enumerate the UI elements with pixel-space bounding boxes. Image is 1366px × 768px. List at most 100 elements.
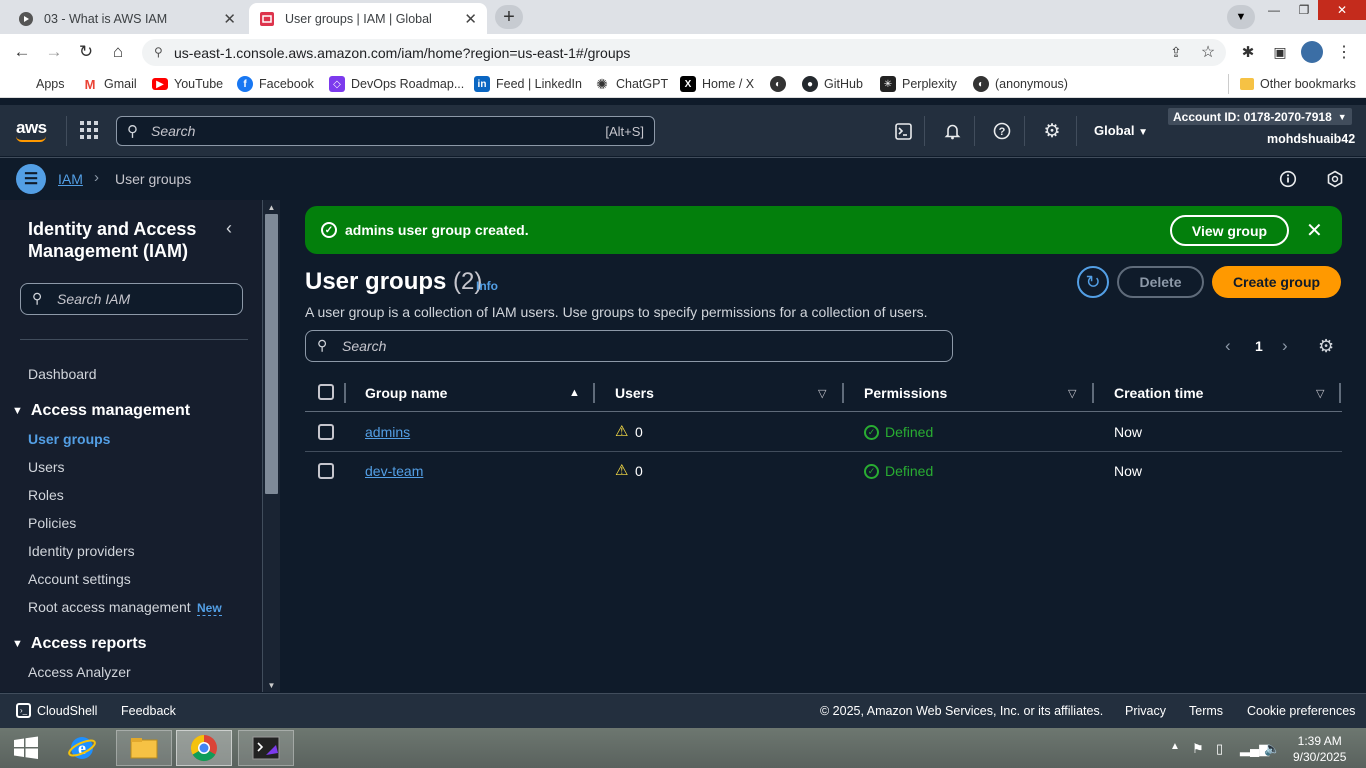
info-circle-icon[interactable] — [1279, 170, 1297, 188]
region-selector[interactable]: Global ▼ — [1094, 123, 1148, 138]
sidebar-item-users[interactable]: Users — [28, 459, 65, 475]
volume-icon[interactable]: 🔈 — [1264, 741, 1280, 757]
share-icon[interactable]: ⇪ — [1166, 42, 1186, 62]
sort-icon[interactable]: ▽ — [1068, 387, 1076, 400]
back-icon[interactable]: ← — [12, 42, 32, 62]
column-header-group-name[interactable]: Group name — [365, 385, 447, 401]
address-bar[interactable]: ⚲ us-east-1.console.aws.amazon.com/iam/h… — [142, 39, 1226, 66]
sidebar-item-access-analyzer[interactable]: Access Analyzer — [28, 664, 131, 680]
network-warning-icon[interactable]: ⚑ — [1192, 741, 1204, 757]
page-number[interactable]: 1 — [1255, 338, 1263, 354]
internet-explorer-icon[interactable]: e — [60, 730, 104, 766]
view-group-button[interactable]: View group — [1170, 215, 1289, 246]
footer-cookie-preferences-link[interactable]: Cookie preferences — [1247, 704, 1355, 718]
sidebar-item-account-settings[interactable]: Account settings — [28, 571, 131, 587]
site-info-icon[interactable]: ⚲ — [154, 45, 163, 59]
footer-terms-link[interactable]: Terms — [1189, 704, 1223, 718]
other-bookmarks[interactable]: Other bookmarks — [1240, 76, 1356, 92]
table-settings-gear-icon[interactable]: ⚙ — [1318, 336, 1334, 357]
aws-logo[interactable]: aws — [16, 118, 47, 138]
group-link-admins[interactable]: admins — [365, 424, 410, 440]
window-close-icon[interactable]: ✕ — [1318, 0, 1366, 20]
bookmark-perplexity[interactable]: ✳ Perplexity — [880, 76, 957, 92]
chrome-menu-icon[interactable]: ⋮ — [1334, 42, 1354, 62]
help-icon[interactable]: ? — [992, 121, 1012, 141]
cloudshell-icon[interactable] — [893, 121, 913, 141]
group-link-dev-team[interactable]: dev-team — [365, 463, 423, 479]
bookmark-star-icon[interactable]: ☆ — [1198, 42, 1218, 62]
column-divider[interactable] — [1092, 383, 1094, 403]
breadcrumb-iam-link[interactable]: IAM — [58, 171, 83, 187]
next-page-icon[interactable]: › — [1282, 336, 1288, 356]
bookmark-facebook[interactable]: f Facebook — [237, 76, 314, 92]
tab-search-chevron-icon[interactable]: ▼ — [1227, 5, 1255, 29]
aws-search-input[interactable]: ⚲ Search [Alt+S] — [116, 116, 655, 146]
services-grid-icon[interactable] — [80, 121, 98, 139]
restore-icon[interactable]: ❐ — [1290, 0, 1318, 20]
bookmark-x[interactable]: X Home / X — [680, 76, 754, 92]
browser-tab[interactable]: 03 - What is AWS IAM ✕ — [8, 3, 246, 34]
hamburger-menu-icon[interactable]: ☰ — [16, 164, 46, 194]
select-all-checkbox[interactable] — [318, 384, 334, 400]
account-id-badge[interactable]: Account ID: 0178-2070-7918 ▼ — [1168, 108, 1352, 125]
profile-avatar[interactable] — [1301, 41, 1323, 63]
close-tab-icon[interactable]: ✕ — [223, 10, 236, 28]
device-icon[interactable]: ▯ — [1216, 741, 1223, 757]
sidebar-section-access-management[interactable]: ▼ Access management — [12, 402, 190, 420]
notifications-bell-icon[interactable] — [942, 121, 962, 141]
bookmark-apps[interactable]: Apps — [14, 76, 65, 92]
cloud-hexagon-icon[interactable] — [1326, 170, 1344, 188]
bookmark-gmail[interactable]: M Gmail — [82, 76, 137, 92]
sidebar-item-policies[interactable]: Policies — [28, 515, 76, 531]
close-tab-icon[interactable]: ✕ — [464, 10, 477, 28]
bookmark-anonymous[interactable]: ◐ (anonymous) — [973, 76, 1068, 92]
reload-icon[interactable]: ↻ — [76, 42, 96, 62]
sidebar-item-root-access-management[interactable]: Root access management — [28, 599, 191, 615]
sidebar-section-access-reports[interactable]: ▼ Access reports — [12, 635, 147, 653]
column-header-users[interactable]: Users — [615, 385, 654, 401]
footer-cloudshell-link[interactable]: CloudShell — [37, 704, 97, 718]
sidebar-search-input[interactable]: ⚲ Search IAM — [20, 283, 243, 315]
forward-icon[interactable]: → — [44, 42, 64, 62]
delete-button[interactable]: Delete — [1117, 266, 1204, 298]
column-divider[interactable] — [593, 383, 595, 403]
terminal-app-icon[interactable] — [238, 730, 294, 766]
taskbar-clock[interactable]: 1:39 AM 9/30/2025 — [1293, 733, 1346, 765]
table-search-input[interactable]: ⚲ Search — [305, 330, 953, 362]
refresh-icon[interactable]: ↻ — [1077, 266, 1109, 298]
sort-ascending-icon[interactable]: ▲ — [569, 387, 580, 399]
account-username[interactable]: mohdshuaib42 — [1267, 132, 1355, 146]
sidebar-item-identity-providers[interactable]: Identity providers — [28, 543, 135, 559]
prev-page-icon[interactable]: ‹ — [1225, 336, 1231, 356]
file-explorer-icon[interactable] — [116, 730, 172, 766]
sidebar-item-dashboard[interactable]: Dashboard — [28, 366, 97, 382]
info-link[interactable]: Info — [476, 279, 498, 293]
settings-gear-icon[interactable]: ⚙ — [1042, 121, 1062, 142]
sidebar-item-user-groups[interactable]: User groups — [28, 431, 110, 447]
scrollbar-thumb[interactable] — [265, 214, 278, 494]
side-panel-icon[interactable]: ▣ — [1270, 42, 1290, 62]
row-checkbox[interactable] — [318, 463, 334, 479]
create-group-button[interactable]: Create group — [1212, 266, 1341, 298]
row-checkbox[interactable] — [318, 424, 334, 440]
home-icon[interactable]: ⌂ — [108, 42, 128, 62]
footer-feedback-link[interactable]: Feedback — [121, 704, 176, 718]
scroll-up-icon[interactable]: ▲ — [265, 201, 278, 213]
windows-start-icon[interactable] — [6, 730, 46, 766]
bookmark-devops[interactable]: ◇ DevOps Roadmap... — [329, 76, 464, 92]
close-icon[interactable]: ✕ — [1306, 218, 1323, 243]
browser-tab-active[interactable]: User groups | IAM | Global ✕ — [249, 3, 487, 34]
chrome-taskbar-icon[interactable] — [176, 730, 232, 766]
column-header-permissions[interactable]: Permissions — [864, 385, 947, 401]
bookmark-chatgpt[interactable]: ✺ ChatGPT — [594, 76, 668, 92]
bookmark-youtube[interactable]: ▶ YouTube — [152, 76, 223, 92]
bookmark-globe[interactable]: ◐ — [770, 76, 792, 92]
column-divider[interactable] — [842, 383, 844, 403]
column-header-creation-time[interactable]: Creation time — [1114, 385, 1203, 401]
sidebar-item-roles[interactable]: Roles — [28, 487, 64, 503]
tray-expand-icon[interactable]: ▲ — [1170, 741, 1180, 752]
collapse-sidebar-icon[interactable]: ‹ — [226, 218, 232, 239]
minimize-icon[interactable]: — — [1260, 0, 1288, 20]
new-tab-icon[interactable]: + — [495, 5, 523, 29]
cloudshell-icon[interactable]: ›_ — [16, 703, 31, 718]
